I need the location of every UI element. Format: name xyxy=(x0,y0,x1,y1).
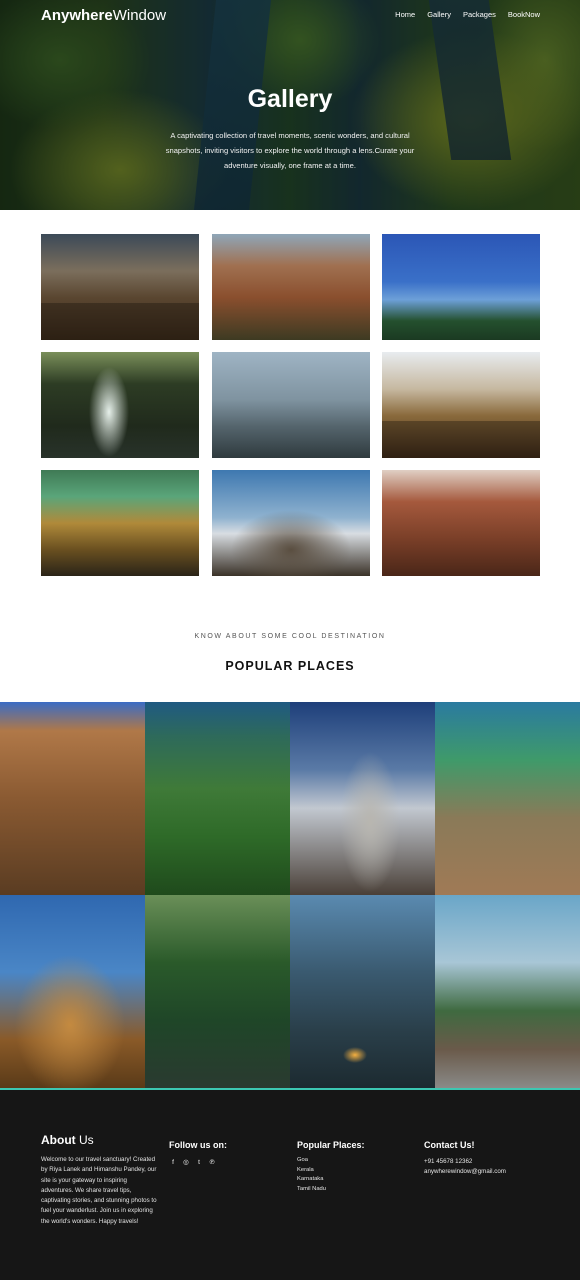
footer: About Us Welcome to our travel sanctuary… xyxy=(0,1088,580,1280)
gallery-image-heritage-ruins[interactable] xyxy=(41,234,199,340)
pinterest-icon[interactable]: ℗ xyxy=(208,1158,216,1166)
footer-place-link[interactable]: Goa xyxy=(297,1156,365,1166)
page-title: Gallery xyxy=(247,85,333,113)
main-nav: Home Gallery Packages BookNow xyxy=(395,10,540,19)
contact-email[interactable]: anywherewindow@gmail.com xyxy=(424,1167,506,1177)
gallery-image-waterfall[interactable] xyxy=(41,352,199,458)
popular-places-grid xyxy=(0,702,580,1088)
place-image-green-ridge[interactable] xyxy=(145,702,290,895)
hero-banner: AnywhereWindow Home Gallery Packages Boo… xyxy=(0,0,580,210)
footer-popular-places: Popular Places: Goa Kerala Karnataka Tam… xyxy=(297,1140,365,1194)
gallery-image-temple-gopuram[interactable] xyxy=(211,470,370,576)
about-text: Welcome to our travel sanctuary! Created… xyxy=(41,1156,157,1225)
place-image-coastal-beach[interactable] xyxy=(435,702,580,895)
place-image-brihadeeswarar-temple[interactable] xyxy=(0,895,145,1088)
gallery-image-palace-hall[interactable] xyxy=(41,470,199,576)
place-image-mysore-palace[interactable] xyxy=(0,702,145,895)
nav-home[interactable]: Home xyxy=(395,10,415,19)
contact-phone[interactable]: +91 45678 12362 xyxy=(424,1157,506,1167)
footer-place-link[interactable]: Kerala xyxy=(297,1166,365,1176)
footer-contact: Contact Us! +91 45678 12362 anywherewind… xyxy=(424,1140,506,1176)
place-image-foggy-forest-road[interactable] xyxy=(290,895,435,1088)
nav-gallery[interactable]: Gallery xyxy=(427,10,451,19)
footer-about: About Us Welcome to our travel sanctuary… xyxy=(41,1133,161,1227)
contact-heading: Contact Us! xyxy=(424,1140,475,1150)
gallery-image-temple-ruins[interactable] xyxy=(382,352,540,458)
place-image-coastal-fort[interactable] xyxy=(435,895,580,1088)
footer-place-link[interactable]: Tamil Nadu xyxy=(297,1185,365,1195)
nav-booknow[interactable]: BookNow xyxy=(508,10,540,19)
about-heading: About Us xyxy=(41,1133,94,1147)
place-image-backwater-boat[interactable] xyxy=(145,895,290,1088)
gallery-image-palm-beach[interactable] xyxy=(382,234,540,340)
gallery-image-rock-formation-temple[interactable] xyxy=(211,234,370,340)
follow-heading: Follow us on: xyxy=(169,1140,227,1150)
instagram-icon[interactable]: ◎ xyxy=(182,1158,190,1166)
place-image-hampi-gopuram[interactable] xyxy=(290,702,435,895)
section-kicker: KNOW ABOUT SOME COOL DESTINATION xyxy=(194,633,386,640)
popular-places-heading: Popular Places: xyxy=(297,1140,365,1150)
facebook-icon[interactable]: f xyxy=(169,1158,177,1166)
footer-follow: Follow us on: f ◎ t ℗ xyxy=(169,1140,227,1166)
gallery-image-misty-hills-birds[interactable] xyxy=(211,352,370,458)
hero-description: A captivating collection of travel momen… xyxy=(165,131,415,170)
brand-logo[interactable]: AnywhereWindow xyxy=(41,7,166,24)
footer-place-link[interactable]: Karnataka xyxy=(297,1175,365,1185)
gallery-grid xyxy=(41,234,540,576)
twitter-icon[interactable]: t xyxy=(195,1158,203,1166)
section-title: POPULAR PLACES xyxy=(225,659,355,673)
nav-packages[interactable]: Packages xyxy=(463,10,496,19)
social-icons: f ◎ t ℗ xyxy=(169,1158,227,1167)
gallery-image-stepwell[interactable] xyxy=(382,470,540,576)
